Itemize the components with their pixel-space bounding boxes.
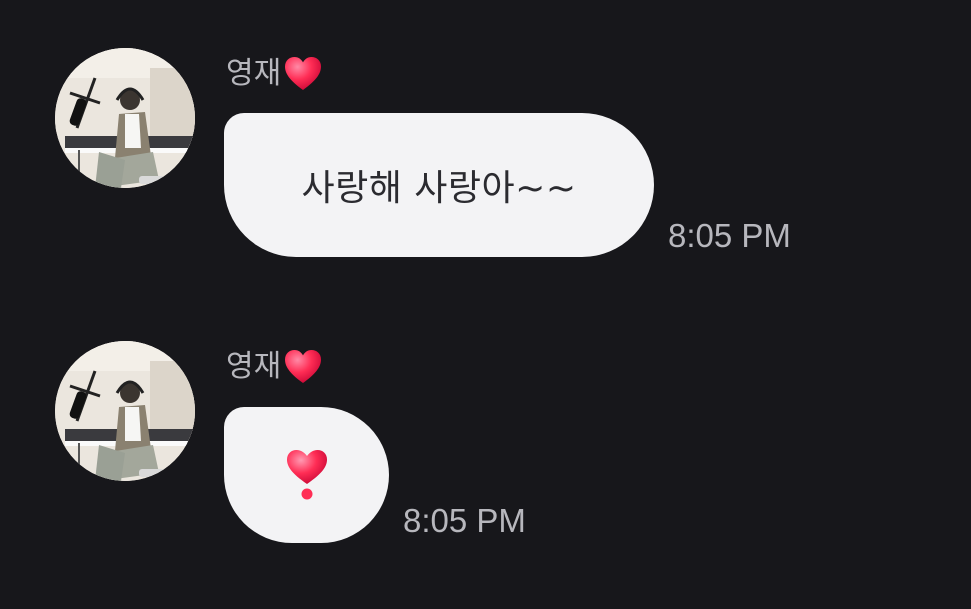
avatar[interactable] [55, 48, 195, 188]
sender-name: 영재 [226, 349, 282, 384]
sender-label: 영재 [226, 345, 323, 389]
chat-thread: 영재 사랑해 사랑아~~ 8:05 PM 영재 8:05 PM [0, 0, 971, 609]
message-timestamp: 8:05 PM [403, 502, 526, 539]
red-heart-icon [283, 54, 323, 94]
message-bubble[interactable]: 사랑해 사랑아~~ [224, 113, 654, 257]
sender-name: 영재 [226, 56, 282, 91]
avatar-photo [55, 48, 195, 188]
message-text: 사랑해 사랑아~~ [301, 168, 577, 209]
sender-label: 영재 [226, 52, 323, 96]
message-timestamp: 8:05 PM [668, 217, 791, 254]
message-bubble[interactable] [224, 407, 389, 543]
avatar-photo [55, 341, 195, 481]
red-heart-icon [283, 347, 323, 387]
heart-exclamation-icon [285, 448, 329, 502]
avatar[interactable] [55, 341, 195, 481]
